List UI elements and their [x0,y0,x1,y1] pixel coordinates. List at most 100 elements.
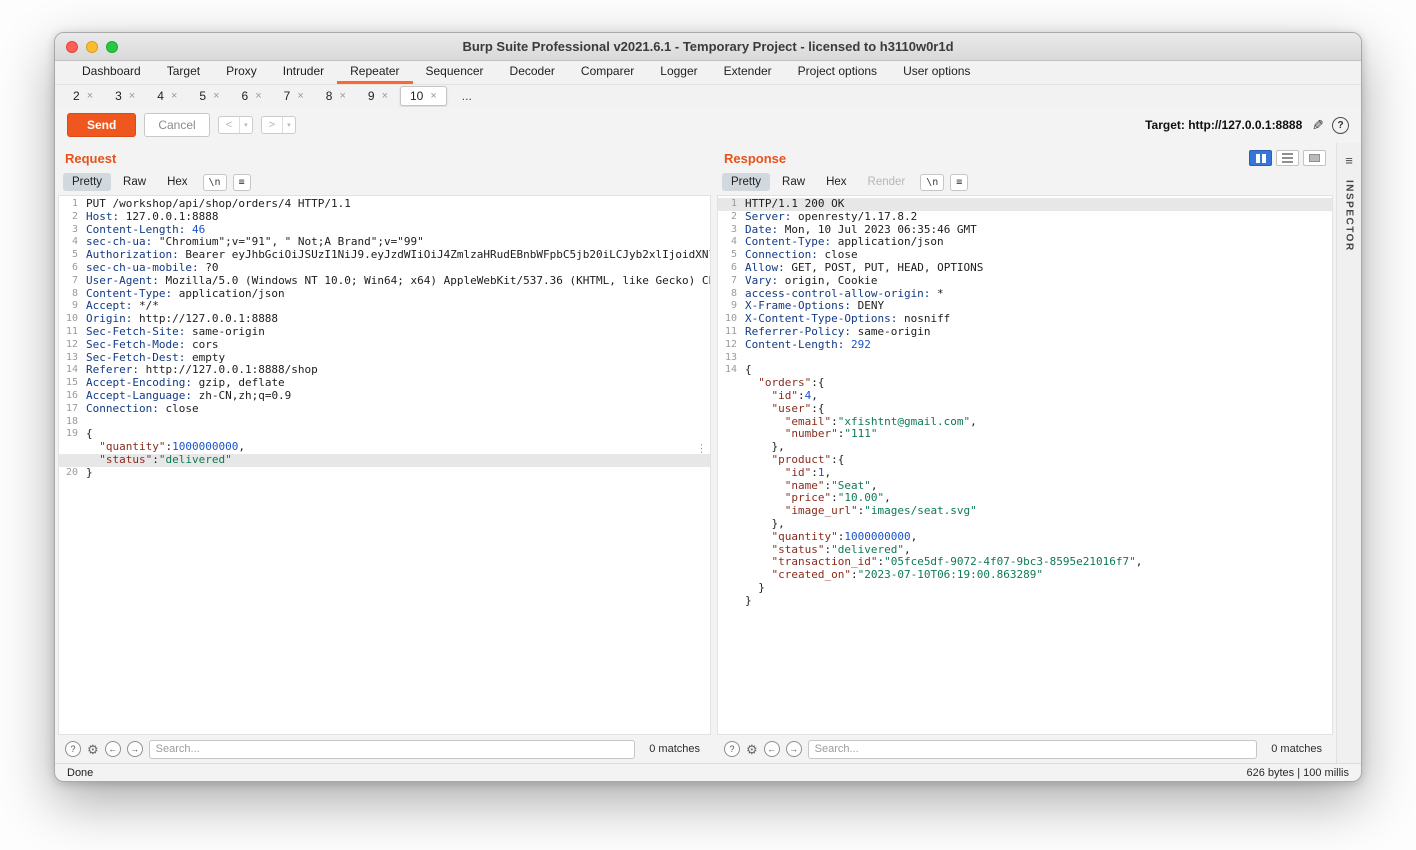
response-code-line[interactable]: 13 [718,352,1332,365]
request-code-line[interactable]: 12 Sec-Fetch-Mode: cors [59,339,710,352]
repeater-tab-6[interactable]: 6 × [232,86,272,106]
close-tab-icon[interactable]: × [297,90,303,102]
main-tab-extender[interactable]: Extender [711,61,785,84]
response-code-line[interactable]: "image_url":"images/seat.svg" [718,505,1332,518]
request-code-line[interactable]: 8 Content-Type: application/json [59,288,710,301]
response-tab-raw[interactable]: Raw [773,173,814,191]
zoom-window-button[interactable] [106,40,118,53]
request-tab-raw[interactable]: Raw [114,173,155,191]
response-code-line[interactable]: }, [718,518,1332,531]
request-tab-hex[interactable]: Hex [158,173,196,191]
repeater-tab-7[interactable]: 7 × [274,86,314,106]
main-tab-dashboard[interactable]: Dashboard [69,61,154,84]
layout-columns-button[interactable] [1249,150,1272,166]
close-tab-icon[interactable]: × [87,90,93,102]
response-code-line[interactable]: "status":"delivered", [718,544,1332,557]
response-code-line[interactable]: 6 Allow: GET, POST, PUT, HEAD, OPTIONS [718,262,1332,275]
close-tab-icon[interactable]: × [213,90,219,102]
inspector-sidebar[interactable]: ≡ INSPECTOR [1336,143,1361,763]
history-forward-button[interactable]: > [262,117,282,133]
response-code-line[interactable]: "number":"111" [718,428,1332,441]
response-code-line[interactable]: "id":1, [718,467,1332,480]
response-code-line[interactable]: "user":{ [718,403,1332,416]
request-code-line[interactable]: 15 Accept-Encoding: gzip, deflate [59,377,710,390]
request-code-line[interactable]: 11 Sec-Fetch-Site: same-origin [59,326,710,339]
repeater-tab-5[interactable]: 5 × [189,86,229,106]
main-tab-user-options[interactable]: User options [890,61,983,84]
request-code-line[interactable]: 9 Accept: */* [59,300,710,313]
main-tab-logger[interactable]: Logger [647,61,710,84]
response-code-line[interactable]: 8 access-control-allow-origin: * [718,288,1332,301]
request-code-line[interactable]: 7 User-Agent: Mozilla/5.0 (Windows NT 10.… [59,275,710,288]
request-code-line[interactable]: 14 Referer: http://127.0.0.1:8888/shop [59,364,710,377]
request-editor[interactable]: 1 PUT /workshop/api/shop/orders/4 HTTP/1.… [58,195,711,735]
repeater-tab-8[interactable]: 8 × [316,86,356,106]
search-help-icon[interactable]: ? [65,741,81,757]
response-code-line[interactable]: 14{ [718,364,1332,377]
response-code-line[interactable]: 3 Date: Mon, 10 Jul 2023 06:35:46 GMT [718,224,1332,237]
close-window-button[interactable] [66,40,78,53]
request-code-line[interactable]: 10 Origin: http://127.0.0.1:8888 [59,313,710,326]
request-code-line[interactable]: 2 Host: 127.0.0.1:8888 [59,211,710,224]
main-tab-comparer[interactable]: Comparer [568,61,647,84]
main-tab-project-options[interactable]: Project options [785,61,890,84]
response-code-line[interactable]: "price":"10.00", [718,492,1332,505]
close-tab-icon[interactable]: × [430,90,436,102]
request-code-line[interactable]: 19{ [59,428,710,441]
request-code-line[interactable]: 6 sec-ch-ua-mobile: ?0 [59,262,710,275]
request-code-line[interactable]: 5 Authorization: Bearer eyJhbGciOiJSUzI1N… [59,249,710,262]
main-tab-proxy[interactable]: Proxy [213,61,270,84]
search-prev-icon[interactable]: ← [104,741,121,757]
close-tab-icon[interactable]: × [171,90,177,102]
titlebar[interactable]: Burp Suite Professional v2021.6.1 - Temp… [55,33,1361,61]
layout-rows-button[interactable] [1276,150,1299,166]
inspector-menu-icon[interactable]: ≡ [1345,153,1353,168]
response-code-line[interactable]: "created_on":"2023-07-10T06:19:00.863289… [718,569,1332,582]
response-search-input[interactable] [807,739,1258,759]
repeater-tab-overflow[interactable]: ... [449,86,485,106]
response-code-line[interactable]: } [718,595,1332,608]
response-code-line[interactable]: 11 Referrer-Policy: same-origin [718,326,1332,339]
history-back-dropdown-icon[interactable]: ▾ [239,117,252,133]
main-tab-repeater[interactable]: Repeater [337,61,413,84]
main-tab-decoder[interactable]: Decoder [497,61,568,84]
close-tab-icon[interactable]: × [382,90,388,102]
request-nonprinting-toggle[interactable]: \n [202,173,227,191]
repeater-tab-4[interactable]: 4 × [147,86,187,106]
main-tab-target[interactable]: Target [154,61,213,84]
request-code-line[interactable]: 3 Content-Length: 46 [59,224,710,237]
request-code-line[interactable]: 18 [59,416,710,429]
close-tab-icon[interactable]: × [129,90,135,102]
send-button[interactable]: Send [67,113,137,137]
response-tab-pretty[interactable]: Pretty [722,173,771,191]
main-tab-sequencer[interactable]: Sequencer [413,61,497,84]
search-help-icon[interactable]: ? [724,741,740,757]
close-tab-icon[interactable]: × [255,90,261,102]
response-tab-hex[interactable]: Hex [817,173,855,191]
request-code-line[interactable]: 16 Accept-Language: zh-CN,zh;q=0.9 [59,390,710,403]
edit-target-icon[interactable]: ✎ [1312,117,1324,134]
response-code-line[interactable]: "transaction_id":"05fce5df-9072-4f07-9bc… [718,556,1332,569]
repeater-tab-9[interactable]: 9 × [358,86,398,106]
response-code-line[interactable]: 2 Server: openresty/1.17.8.2 [718,211,1332,224]
request-code-line[interactable]: 4 sec-ch-ua: "Chromium";v="91", " Not;A B… [59,236,710,249]
search-settings-icon[interactable]: ⚙ [87,743,99,756]
response-code-line[interactable]: 7 Vary: origin, Cookie [718,275,1332,288]
close-tab-icon[interactable]: × [339,90,345,102]
response-code-line[interactable]: 4 Content-Type: application/json [718,236,1332,249]
response-code-line[interactable]: 1 HTTP/1.1 200 OK [718,198,1332,211]
request-code-line[interactable]: 17 Connection: close [59,403,710,416]
search-prev-icon[interactable]: ← [763,741,780,757]
response-editor[interactable]: 1 HTTP/1.1 200 OK 2 Server: openresty/1.17.… [717,195,1333,735]
response-code-line[interactable]: "name":"Seat", [718,480,1332,493]
request-code-line[interactable]: "quantity":1000000000, [59,441,710,454]
response-editor-menu-icon[interactable]: ≡ [950,173,969,191]
search-next-icon[interactable]: → [126,741,143,757]
cancel-button[interactable]: Cancel [144,113,210,137]
repeater-tab-10[interactable]: 10 × [400,86,447,106]
request-search-input[interactable] [148,739,636,759]
response-code-line[interactable]: "orders":{ [718,377,1332,390]
layout-single-button[interactable] [1303,150,1326,166]
response-code-line[interactable]: "product":{ [718,454,1332,467]
response-code-line[interactable]: "id":4, [718,390,1332,403]
